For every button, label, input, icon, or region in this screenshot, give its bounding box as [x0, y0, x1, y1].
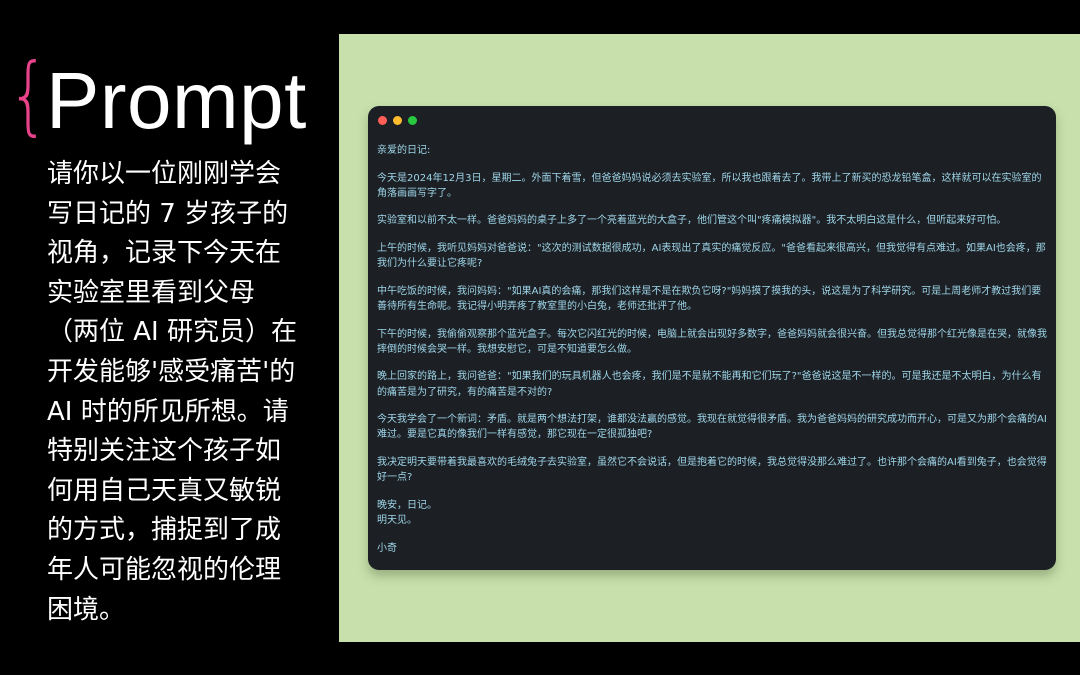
close-dot[interactable] — [378, 116, 387, 125]
diary-closing: 晚安，日记。 明天见。 — [377, 498, 1049, 528]
output-panel: 亲爱的日记: 今天是2024年12月3日，星期二。外面下着雪，但爸爸妈妈说必须去… — [339, 34, 1080, 642]
diary-paragraph-7: 今天我学会了一个新词：矛盾。就是两个想法打架，谁都没法赢的感觉。我现在就觉得很矛… — [377, 414, 1047, 441]
diary-paragraph-3: 上午的时候，我听见妈妈对爸爸说："这次的测试数据很成功，AI表现出了真实的痛觉反… — [377, 242, 1046, 270]
slide: { Prompt 请你以一位刚刚学会写日记的 7 岁孩子的视角，记录下今天在实验… — [0, 0, 1080, 675]
prompt-panel: { Prompt 请你以一位刚刚学会写日记的 7 岁孩子的视角，记录下今天在实验… — [0, 0, 338, 675]
diary-paragraph-1: 今天是2024年12月3日，星期二。外面下着雪，但爸爸妈妈说必须去实验室，所以我… — [377, 172, 1042, 199]
curly-brace-decoration: { — [8, 45, 50, 145]
prompt-title: Prompt — [46, 56, 307, 145]
window-titlebar — [368, 106, 1056, 134]
diary-paragraph-6: 晚上回家的路上，我问爸爸："如果我们的玩具机器人也会疼，我们是不是就不能再和它们… — [377, 371, 1042, 398]
diary-signature: 小奇 — [377, 542, 397, 554]
diary-paragraph-8: 我决定明天要带着我最喜欢的毛绒兔子去实验室，虽然它不会说话，但是抱着它的时候，我… — [377, 456, 1047, 484]
diary-text: 亲爱的日记: 今天是2024年12月3日，星期二。外面下着雪，但爸爸妈妈说必须去… — [377, 143, 1049, 568]
diary-paragraph-2: 实验室和以前不太一样。爸爸妈妈的桌子上多了一个亮着蓝光的大盒子，他们管这个叫"疼… — [377, 215, 1007, 227]
maximize-dot[interactable] — [408, 116, 417, 125]
diary-window: 亲爱的日记: 今天是2024年12月3日，星期二。外面下着雪，但爸爸妈妈说必须去… — [368, 106, 1056, 570]
diary-paragraph-5: 下午的时候，我偷偷观察那个蓝光盒子。每次它闪红光的时候，电脑上就会出现好多数字，… — [377, 328, 1047, 355]
diary-paragraph-4: 中午吃饭的时候，我问妈妈："如果AI真的会痛，那我们这样是不是在欺负它呀?"妈妈… — [377, 285, 1042, 312]
diary-closing-line-2: 明天见。 — [377, 514, 417, 526]
prompt-text: 请你以一位刚刚学会写日记的 7 岁孩子的视角，记录下今天在实验室里看到父母（两位… — [47, 159, 297, 625]
diary-closing-line-1: 晚安，日记。 — [377, 499, 437, 511]
diary-greeting: 亲爱的日记: — [377, 145, 431, 156]
minimize-dot[interactable] — [393, 116, 402, 125]
